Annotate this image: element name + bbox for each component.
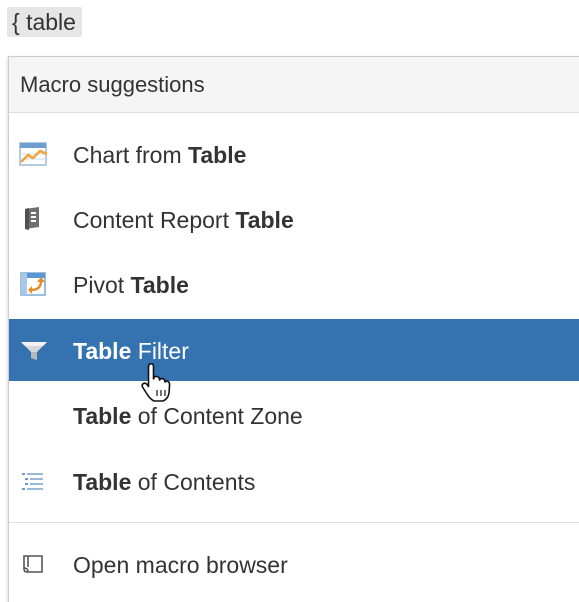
suggestion-table-filter[interactable]: Table Filter	[9, 319, 579, 381]
pivot-table-icon	[19, 270, 49, 298]
open-macro-browser[interactable]: Open macro browser	[9, 533, 579, 595]
suggestion-label: Table of Content Zone	[73, 403, 303, 429]
suggestion-table-of-content-zone[interactable]: Table of Content Zone	[9, 384, 579, 446]
suggestion-label: Content Report Table	[73, 207, 294, 233]
chart-icon	[19, 140, 49, 168]
open-macro-browser-label: Open macro browser	[73, 552, 288, 578]
suggestion-label: Pivot Table	[73, 272, 189, 298]
dropdown-divider	[9, 522, 579, 523]
macro-suggestions-dropdown: Macro suggestions Chart from Table Conte…	[8, 56, 579, 602]
content-report-icon	[19, 205, 49, 233]
dropdown-header: Macro suggestions	[9, 57, 579, 113]
suggestion-pivot-table[interactable]: Pivot Table	[9, 253, 579, 315]
suggestion-label: Table Filter	[73, 338, 189, 364]
filter-icon	[19, 336, 49, 364]
macro-query-chip: { table	[7, 7, 82, 37]
suggestion-label: Table of Contents	[73, 469, 256, 495]
suggestion-label: Chart from Table	[73, 142, 247, 168]
suggestion-content-report-table[interactable]: Content Report Table	[9, 188, 579, 250]
suggestion-chart-from-table[interactable]: Chart from Table	[9, 123, 579, 185]
page: { table Macro suggestions Chart from Tab…	[0, 0, 579, 602]
table-of-contents-icon	[19, 467, 49, 495]
dropdown-header-label: Macro suggestions	[20, 72, 205, 97]
macro-browser-icon	[19, 550, 49, 578]
suggestion-table-of-contents[interactable]: Table of Contents	[9, 450, 579, 512]
